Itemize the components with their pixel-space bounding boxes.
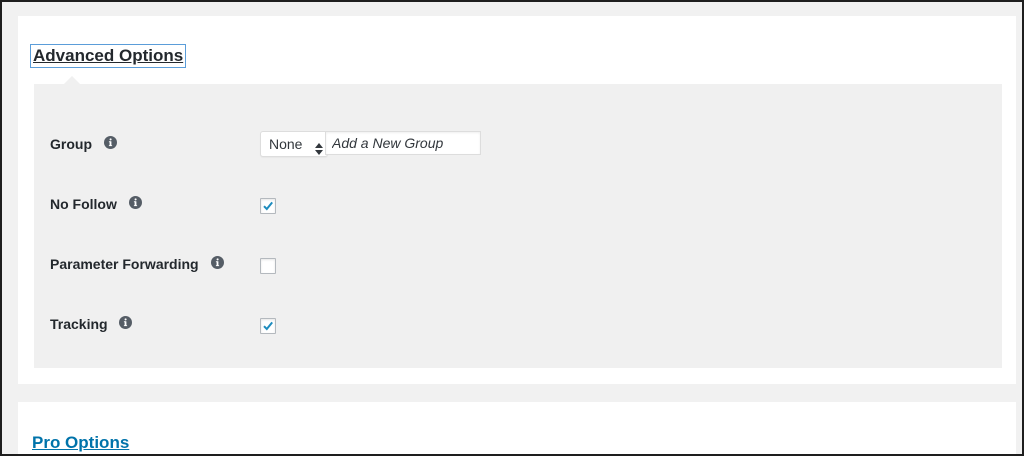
pro-options-panel: Pro Options	[18, 402, 1016, 454]
info-icon[interactable]	[210, 256, 224, 272]
group-label: Group	[50, 136, 92, 152]
advanced-options-panel: Advanced Options Group None Add a New Gr…	[18, 16, 1016, 384]
no-follow-row: No Follow	[34, 190, 1002, 220]
options-pointer-arrow	[64, 76, 80, 84]
new-group-input[interactable]	[325, 131, 481, 155]
no-follow-checkbox[interactable]	[260, 198, 276, 214]
info-icon[interactable]	[119, 316, 133, 332]
group-label-wrap: Group	[50, 136, 117, 152]
group-select-value: None	[269, 136, 303, 152]
no-follow-label-wrap: No Follow	[50, 196, 142, 212]
checkmark-icon	[263, 321, 273, 331]
info-icon[interactable]	[128, 196, 142, 212]
parameter-forwarding-label: Parameter Forwarding	[50, 256, 199, 272]
tracking-label: Tracking	[50, 316, 108, 332]
no-follow-label: No Follow	[50, 196, 117, 212]
parameter-forwarding-checkbox[interactable]	[260, 258, 276, 274]
pro-options-link[interactable]: Pro Options	[32, 433, 129, 453]
up-down-arrows-icon	[315, 138, 323, 162]
page-frame: Advanced Options Group None Add a New Gr…	[0, 0, 1024, 456]
advanced-options-box: Group None No Follow	[34, 76, 1002, 368]
tracking-row: Tracking	[34, 310, 1002, 340]
parameter-forwarding-label-wrap: Parameter Forwarding	[50, 256, 224, 272]
parameter-forwarding-row: Parameter Forwarding	[34, 250, 1002, 280]
tracking-checkbox[interactable]	[260, 318, 276, 334]
checkmark-icon	[263, 201, 273, 211]
tracking-label-wrap: Tracking	[50, 316, 133, 332]
advanced-options-link[interactable]: Advanced Options	[29, 44, 187, 68]
info-icon[interactable]	[103, 136, 117, 152]
group-select[interactable]: None	[260, 131, 328, 157]
group-row: Group None	[34, 130, 1002, 160]
